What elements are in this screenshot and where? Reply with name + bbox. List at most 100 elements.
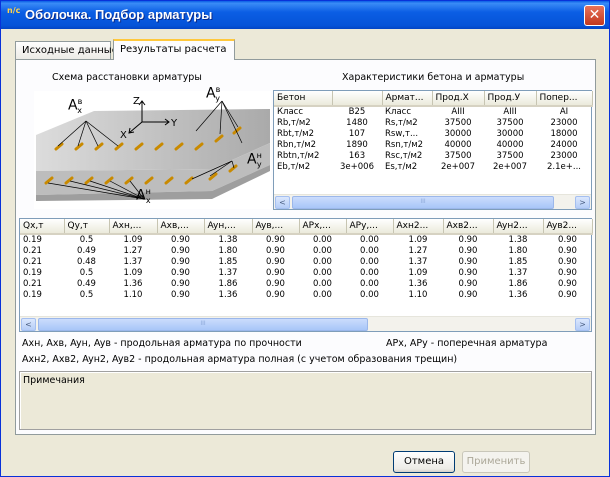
table-row[interactable]: 0.19 0.5 1.09 0.90 1.38 0.90 0.00 0.00 1.09 0.90 1… [20,234,592,246]
scroll-left-arrow-icon[interactable]: < [275,196,290,209]
table-row[interactable]: Rbtn,т/м2 163 Rsc,т/м2 37500 37500 23000 [274,151,592,162]
table-row[interactable]: 0.19 0.5 1.09 0.90 1.37 0.90 0.00 0.00 1.09 0.90 1… [20,268,592,279]
table-cell: 37500 [496,151,524,161]
table-cell: 0.00 [313,279,332,289]
notes-box[interactable]: Примечания [19,371,592,430]
column-header[interactable]: Qx,т [20,219,65,235]
tab-input-data[interactable]: Исходные данные [15,41,118,59]
table-cell: 0.90 [458,246,478,256]
table-cell: Rbn,т/м2 [277,140,317,150]
column-header[interactable]: Ayн2... [493,219,544,235]
table-cell: 40000 [496,140,524,150]
table-cell: 37500 [444,151,472,161]
table-cell: 0.90 [171,235,190,245]
table-cell: 0.19 [23,235,42,245]
characteristics-table: Бетон Армат... Прод.X Прод.У Попер... Класс B… [274,91,593,173]
table-cell: Класс [277,107,304,117]
axis-z-label: Z [133,96,140,107]
table-cell: 1.36 [408,279,428,289]
table-cell: 1.86 [508,279,528,289]
table-row[interactable]: 0.19 0.5 1.10 0.90 1.36 0.90 0.00 0.00 1.10 0.90 1… [20,290,592,301]
table-cell: 0.00 [360,268,379,278]
title-bar[interactable]: n/c Оболочка. Подбор арматуры ✕ [1,1,609,29]
table-cell: 0.00 [360,279,379,289]
table-cell: 0.19 [23,268,42,278]
table-cell: Класс [385,107,412,117]
table-row[interactable]: Rbn,т/м2 1890 Rsn,т/м2 40000 40000 24000 [274,140,592,151]
table-row[interactable]: Rb,т/м2 1480 Rs,т/м2 37500 37500 23000 [274,118,592,129]
column-header[interactable]: APy,... [346,219,394,235]
column-header[interactable]: Попер... [536,91,593,107]
column-header[interactable]: Ayв,... [252,219,300,235]
column-header[interactable]: Ayв2... [543,219,593,235]
column-header[interactable]: Axв2... [443,219,494,235]
table-row[interactable]: 0.21 0.48 1.37 0.90 1.85 0.90 0.00 0.00 1.37 0.90… [20,257,592,268]
column-header[interactable]: Прод.У [484,91,537,107]
table-cell: Rb,т/м2 [277,118,311,128]
column-header[interactable]: Ayн,... [204,219,253,235]
table-cell: 0.90 [558,257,577,267]
column-header[interactable]: Axн,... [109,219,158,235]
column-header[interactable]: APx,... [299,219,347,235]
table-cell: 0.90 [171,279,190,289]
table-cell: 0.90 [266,290,285,300]
apply-button[interactable]: Применить [462,451,530,473]
scroll-left-arrow-icon[interactable]: < [21,318,36,331]
close-button[interactable]: ✕ [584,5,605,26]
tab-results[interactable]: Результаты расчета [113,39,235,60]
table-row[interactable]: 0.21 0.49 1.27 0.90 1.80 0.90 0.00 0.00 1.27 0.90… [20,246,592,257]
table-cell: 1.80 [508,246,528,256]
table-cell: 0.90 [266,257,285,267]
table-cell: 2e+007 [493,162,527,172]
window-title: Оболочка. Подбор арматуры [25,7,213,22]
table-cell: 1.37 [218,268,238,278]
table-cell: 1.36 [508,290,528,300]
table-cell: 30000 [444,129,472,139]
column-header[interactable]: Qy,т [64,219,110,235]
scroll-right-arrow-icon[interactable]: > [575,196,590,209]
table-row[interactable]: Rbt,т/м2 107 Rsw,т... 30000 30000 18000 [274,129,592,140]
table-cell: Rbt,т/м2 [277,129,314,139]
table-cell: Eb,т/м2 [277,162,311,172]
characteristics-hscrollbar[interactable]: < III > [274,194,591,209]
column-header[interactable] [332,91,383,107]
results-hscrollbar[interactable]: < III > [20,316,591,331]
scroll-thumb[interactable]: III [292,196,554,209]
table-cell: 0.00 [360,257,379,267]
table-cell: 0.90 [558,246,577,256]
results-grid[interactable]: Qx,т Qy,т Axн,... Axв,... Ayн,... Ayв,... APx,… [19,218,593,332]
characteristics-grid[interactable]: Бетон Армат... Прод.X Прод.У Попер... Класс B… [273,90,593,210]
column-header[interactable]: Бетон [274,91,333,107]
table-cell: 0.00 [360,235,379,245]
table-cell: 0.00 [360,290,379,300]
table-cell: 0.00 [313,235,332,245]
table-cell: 1.27 [408,246,428,256]
table-cell: 1.09 [408,235,428,245]
table-cell: 0.00 [313,257,332,267]
cancel-button[interactable]: Отмена [393,451,455,473]
column-header[interactable]: Армат... [382,91,433,107]
table-row[interactable]: Eb,т/м2 3e+006 Es,т/м2 2e+007 2e+007 2.1e+... [274,162,592,173]
scroll-thumb[interactable]: III [38,318,368,331]
table-cell: 0.90 [458,279,478,289]
label-axb: Aвx [68,97,83,116]
table-cell: 0.90 [458,235,478,245]
table-cell: 1.86 [218,279,238,289]
scroll-right-arrow-icon[interactable]: > [575,318,590,331]
table-cell: 0.90 [171,246,190,256]
table-cell: 0.5 [79,235,94,245]
table-cell: 1.09 [123,268,143,278]
table-cell: 0.90 [171,290,190,300]
column-header[interactable]: Прод.X [432,91,485,107]
table-row[interactable]: 0.21 0.49 1.36 0.90 1.86 0.90 0.00 0.00 1.36 0.90… [20,279,592,290]
table-cell: 0.90 [171,268,190,278]
table-cell: 37500 [496,118,524,128]
column-header[interactable]: Axн2... [393,219,444,235]
table-cell: 1.38 [508,235,528,245]
table-row[interactable]: Класс B25 Класс AIII AIII AI [274,106,592,118]
table-cell: 23000 [550,151,578,161]
table-cell: 37500 [444,118,472,128]
column-header[interactable]: Axв,... [157,219,205,235]
table-cell: 0.5 [79,290,94,300]
table-cell: 1.37 [123,257,143,267]
